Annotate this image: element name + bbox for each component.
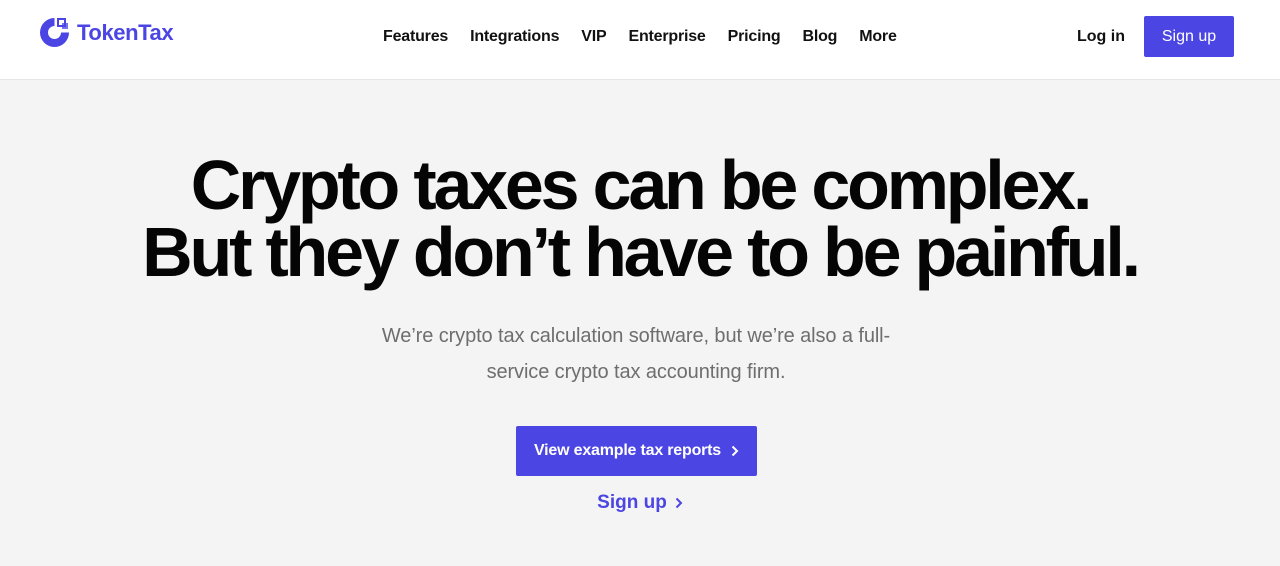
hero-subtext: We’re crypto tax calculation software, b…: [381, 325, 891, 383]
chevron-right-icon: [675, 495, 683, 511]
nav-item-enterprise[interactable]: Enterprise: [628, 27, 705, 47]
nav-item-integrations[interactable]: Integrations: [470, 27, 559, 47]
signup-button[interactable]: Sign up: [1144, 16, 1234, 57]
nav-item-vip[interactable]: VIP: [581, 27, 606, 47]
login-link[interactable]: Log in: [1077, 27, 1125, 47]
hero-headline-line-2: But they don’t have to be painful.: [142, 213, 1141, 291]
nav-item-pricing[interactable]: Pricing: [728, 27, 781, 47]
logo[interactable]: TokenTax: [38, 16, 174, 49]
cta-label: View example tax reports: [534, 442, 721, 459]
tokentax-logo-icon: [40, 18, 69, 47]
hero-section: Crypto taxes can be complex. But they do…: [0, 80, 1280, 566]
nav-item-more[interactable]: More: [859, 27, 897, 47]
hero-headline: Crypto taxes can be complex. But they do…: [0, 146, 1280, 291]
hero-headline-line-1: Crypto taxes can be complex.: [190, 146, 1093, 224]
chevron-right-icon: [731, 443, 739, 459]
view-example-reports-button[interactable]: View example tax reports: [516, 426, 757, 476]
nav-item-features[interactable]: Features: [383, 27, 448, 47]
nav-item-blog[interactable]: Blog: [802, 27, 837, 47]
main-nav: Features Integrations VIP Enterprise Pri…: [372, 27, 908, 47]
hero-signup-link[interactable]: Sign up: [0, 492, 1280, 514]
site-header: TokenTax Features Integrations VIP Enter…: [0, 0, 1280, 80]
logo-text: TokenTax: [77, 19, 174, 45]
hero-signup-label: Sign up: [597, 492, 667, 513]
